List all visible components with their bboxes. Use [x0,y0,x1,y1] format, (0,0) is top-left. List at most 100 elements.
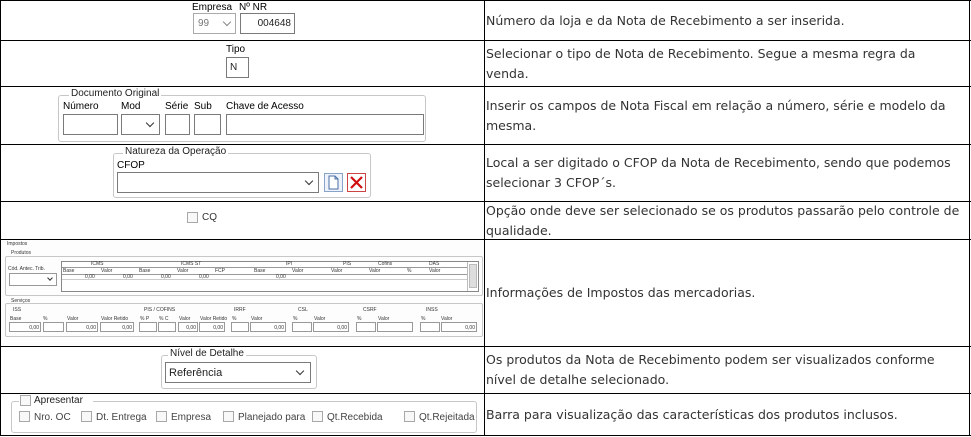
svc-value: 0,00 [337,325,347,331]
nivel-detalhe-value: Referência [169,367,223,379]
option-label: Empresa [171,412,212,423]
svc-field[interactable]: 0,00 [199,322,225,332]
tax-value: 0,00 [161,274,171,280]
svc-field[interactable] [377,322,413,332]
chevron-down-icon [304,176,314,186]
numero-input[interactable] [63,114,118,135]
natureza-operacao-panel: Natureza da Operação CFOP [1,145,484,201]
svc-value: 0,00 [122,325,132,331]
tax-value: 0,00 [199,274,209,280]
scrollbar[interactable] [469,264,477,288]
mod-select[interactable] [121,114,160,135]
cq-label: CQ [202,212,217,223]
das-header: DAS [429,261,440,267]
chave-label: Chave de Acesso [226,101,304,112]
row-description: Informações de Impostos das mercadorias. [486,285,756,300]
svc-field[interactable] [231,322,249,332]
mod-label: Mod [121,101,141,112]
svc-field[interactable]: 0,00 [441,322,477,332]
numero-label: Número [63,101,99,112]
row-description: Número da loja e da Nota de Recebimento … [486,12,845,28]
col-header: Base [139,268,151,274]
col-header: Valor [101,268,113,274]
col-header: Valor [369,268,381,274]
apresentar-panel: Apresentar Nro. OC Dt. Entrega Empresa P… [1,394,484,435]
nr-value: 004648 [257,18,291,29]
svc-value: 0,00 [29,325,39,331]
nr-input[interactable]: 004648 [240,13,295,34]
svc-field[interactable] [420,322,440,332]
tipo-label: Tipo [226,44,246,55]
option-checkbox[interactable] [312,411,323,422]
svc-field[interactable]: 0,00 [313,322,349,332]
col-header: % [407,268,412,274]
document-icon[interactable] [324,173,343,192]
row-description: Selecionar o tipo de Nota de Recebimento… [486,45,916,81]
row-description: Os produtos da Nota de Recebimento podem… [486,352,935,387]
nivel-detalhe-select[interactable]: Referência [165,362,311,383]
impostos-panel: Impostos Produtos Cód. Antec. Trib. ICMS… [1,240,484,346]
svc-group: ISS [13,307,22,313]
cod-antec-select[interactable] [9,273,57,286]
cq-panel: CQ [1,202,484,239]
option-checkbox[interactable] [223,411,234,422]
empresa-value: 99 [198,18,210,29]
svc-group: CSRF [363,307,377,313]
cq-checkbox[interactable] [187,212,198,223]
option-checkbox[interactable] [404,411,415,422]
chave-acesso-input[interactable] [226,114,424,135]
svc-group: PIS / COFINS [144,307,176,313]
svc-field[interactable] [158,322,176,332]
col-header: Base [254,268,266,274]
sub-input[interactable] [194,114,221,135]
svc-field[interactable]: 0,00 [100,322,134,332]
cod-antec-label: Cód. Antec. Trib. [8,266,45,272]
svc-field[interactable]: 0,00 [9,322,41,332]
svc-group: CSL [298,307,308,313]
cfop-select[interactable] [117,172,319,193]
row-description: Inserir os campos de Nota Fiscal em rela… [486,97,946,133]
option-checkbox[interactable] [156,411,167,422]
empresa-select[interactable]: 99 [193,13,236,34]
tipo-input[interactable]: N [226,57,249,78]
option-label: Qt.Rejeitada [419,412,475,423]
impostos-title: Impostos [7,241,28,247]
svc-field[interactable] [292,322,312,332]
col-header: Valor [177,268,189,274]
serie-input[interactable] [165,114,190,135]
delete-icon[interactable] [347,173,366,192]
svc-field[interactable] [43,322,64,332]
svc-value: 0,00 [465,325,475,331]
cfop-label: CFOP [117,160,145,171]
serie-label: Série [165,101,189,112]
nivel-detalhe-title: Nível de Detalhe [168,348,246,359]
ipi-header: IPI [286,261,293,267]
tax-value: 0,00 [85,274,95,280]
apresentar-checkbox[interactable] [20,395,31,406]
svc-field[interactable] [139,322,157,332]
option-label: Qt.Recebida [327,412,383,423]
option-label: Dt. Entrega [96,412,147,423]
svc-value: 0,00 [186,325,196,331]
icms-st-header: ICMS ST [181,261,202,267]
apresentar-label: Apresentar [34,395,83,406]
chevron-down-icon [145,118,155,128]
cofins-header: Cofins [378,261,393,267]
pis-header: PIS [343,261,352,267]
col-header: Valor [292,268,304,274]
svc-field[interactable]: 0,00 [250,322,286,332]
chevron-down-icon [295,366,305,376]
natureza-operacao-title: Natureza da Operação [123,146,229,157]
tipo-value: N [230,62,238,73]
icms-header: ICMS [91,261,104,267]
documento-original-title: Documento Original [69,88,162,99]
chevron-down-icon [47,275,53,281]
nivel-detalhe-panel: Nível de Detalhe Referência [1,347,484,393]
svc-field[interactable]: 0,00 [178,322,198,332]
svc-field[interactable]: 0,00 [66,322,98,332]
option-checkbox[interactable] [19,411,30,422]
option-checkbox[interactable] [81,411,92,422]
empresa-label: Empresa [192,2,233,13]
chevron-down-icon [222,17,232,27]
svc-field[interactable] [356,322,376,332]
